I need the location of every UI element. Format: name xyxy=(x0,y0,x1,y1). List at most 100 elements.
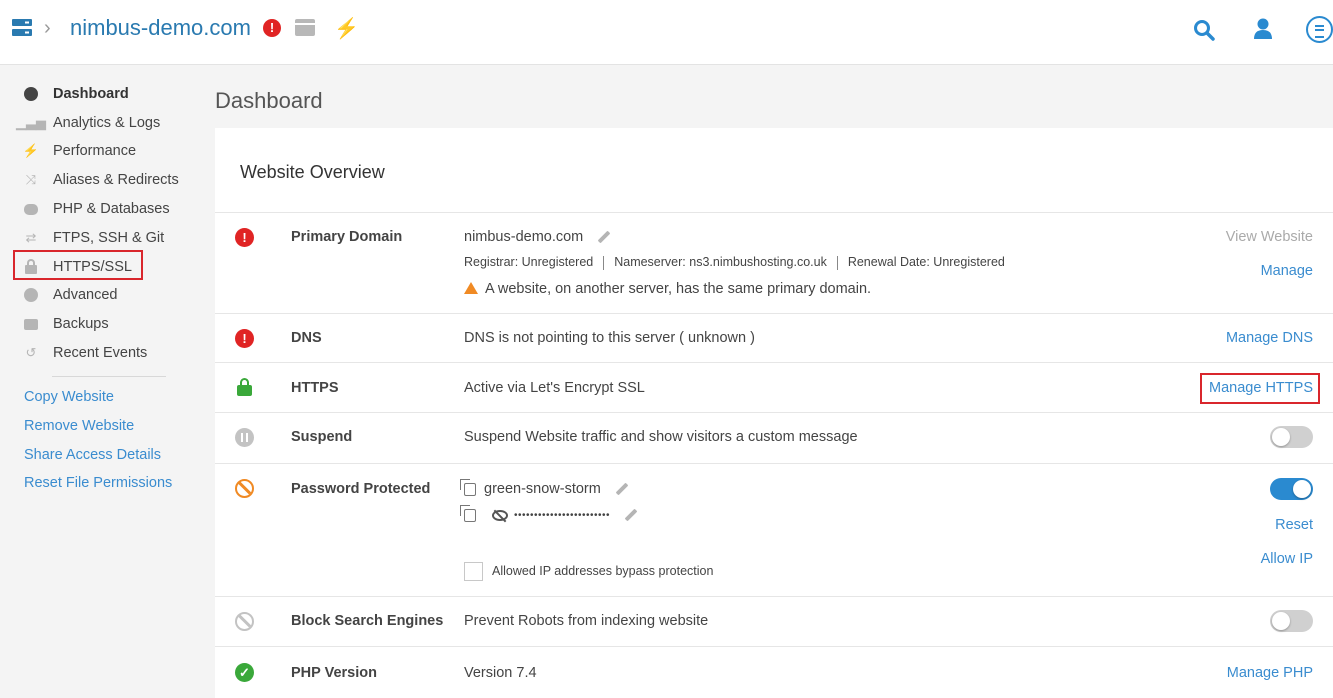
sidebar-item-php-databases[interactable]: PHP & Databases xyxy=(22,198,170,220)
domain-warning: A website, on another server, has the sa… xyxy=(464,281,871,297)
username-text: green-snow-storm xyxy=(484,481,601,497)
panel-title: Website Overview xyxy=(240,162,385,182)
sidebar-item-label: Analytics & Logs xyxy=(53,115,161,131)
card-icon[interactable] xyxy=(295,19,315,36)
error-icon: ! xyxy=(235,329,254,348)
menu-icon[interactable] xyxy=(1306,16,1333,43)
row-divider xyxy=(215,646,1333,647)
page-title: Dashboard xyxy=(215,88,323,113)
sidebar-item-backups[interactable]: Backups xyxy=(22,313,109,335)
sidebar-item-ftps[interactable]: ⇄ FTPS, SSH & Git xyxy=(22,227,165,249)
domain-warning-text: A website, on another server, has the sa… xyxy=(485,281,872,297)
nameserver-text: Nameserver: ns3.nimbushosting.co.uk xyxy=(614,255,827,269)
sidebar-item-aliases[interactable]: ⤨ Aliases & Redirects xyxy=(22,169,179,191)
warning-triangle-icon xyxy=(464,282,478,294)
https-value: Active via Let's Encrypt SSL xyxy=(464,380,645,396)
sidebar-item-analytics[interactable]: ▁▃▅ Analytics & Logs xyxy=(16,112,161,134)
password-protection-toggle[interactable] xyxy=(1270,478,1313,500)
reset-file-permissions-link[interactable]: Reset File Permissions xyxy=(24,475,172,491)
alert-icon[interactable]: ! xyxy=(263,19,281,37)
sidebar-item-recent-events[interactable]: ↺ Recent Events xyxy=(22,342,148,364)
bolt-icon[interactable]: ⚡ xyxy=(334,16,359,41)
https-label: HTTPS xyxy=(291,380,339,396)
ip-bypass-label: Allowed IP addresses bypass protection xyxy=(492,564,714,578)
sidebar-item-label: Backups xyxy=(53,316,109,332)
sidebar-item-label: Recent Events xyxy=(53,345,148,361)
website-overview-panel: Website Overview ! Primary Domain nimbus… xyxy=(215,128,1333,698)
primary-domain-label: Primary Domain xyxy=(291,229,403,245)
manage-domain-link[interactable]: Manage xyxy=(1261,263,1313,279)
copy-icon[interactable] xyxy=(460,478,476,496)
php-version-label: PHP Version xyxy=(291,665,377,681)
top-bar: › nimbus-demo.com ! ⚡ xyxy=(0,0,1333,65)
check-icon: ✓ xyxy=(235,663,254,682)
dns-label: DNS xyxy=(291,330,322,346)
password-protected-label: Password Protected xyxy=(291,481,431,497)
block-search-toggle[interactable] xyxy=(1270,610,1313,632)
sidebar-item-label: Performance xyxy=(53,143,137,159)
advanced-icon xyxy=(22,287,40,303)
eye-off-icon[interactable] xyxy=(492,509,508,521)
row-divider xyxy=(215,212,1333,213)
sidebar-item-label: PHP & Databases xyxy=(53,201,170,217)
server-icon[interactable] xyxy=(12,19,32,37)
https-ssl-highlight-box xyxy=(13,250,143,280)
renewal-date-text: Renewal Date: Unregistered xyxy=(847,255,1005,269)
edit-pencil-icon[interactable] xyxy=(597,230,611,244)
primary-domain-text: nimbus-demo.com xyxy=(464,229,584,245)
bolt-icon: ⚡ xyxy=(22,143,40,158)
manage-https-highlight-box xyxy=(1200,373,1320,404)
transfer-icon: ⇄ xyxy=(25,230,37,245)
block-search-label: Block Search Engines xyxy=(291,613,444,629)
edit-pencil-icon[interactable] xyxy=(624,508,638,522)
sidebar-item-advanced[interactable]: Advanced xyxy=(22,284,118,306)
view-website-link[interactable]: View Website xyxy=(1226,229,1313,245)
row-divider xyxy=(215,313,1333,314)
site-title[interactable]: nimbus-demo.com xyxy=(70,15,251,41)
password-masked: •••••••••••••••••••••••• xyxy=(514,509,611,521)
camera-icon xyxy=(22,316,40,332)
shuffle-icon: ⤨ xyxy=(25,172,37,187)
suspend-value: Suspend Website traffic and show visitor… xyxy=(464,429,858,445)
manage-dns-link[interactable]: Manage DNS xyxy=(1226,330,1313,346)
sidebar-divider xyxy=(52,376,166,377)
domain-details: Registrar: Unregistered Nameserver: ns3.n… xyxy=(464,255,1005,270)
edit-pencil-icon[interactable] xyxy=(615,482,629,496)
sidebar-item-label: Aliases & Redirects xyxy=(53,172,179,188)
block-search-value: Prevent Robots from indexing website xyxy=(464,613,709,629)
remove-website-link[interactable]: Remove Website xyxy=(24,418,134,434)
suspend-toggle[interactable] xyxy=(1270,426,1313,448)
row-divider xyxy=(215,362,1333,363)
pause-icon xyxy=(235,428,254,447)
sidebar-item-performance[interactable]: ⚡ Performance xyxy=(22,140,136,162)
history-icon: ↺ xyxy=(25,345,37,360)
row-divider xyxy=(215,596,1333,597)
gauge-icon xyxy=(22,86,40,102)
share-access-details-link[interactable]: Share Access Details xyxy=(24,447,161,463)
breadcrumb-chevron-icon: › xyxy=(44,17,51,39)
copy-icon[interactable] xyxy=(460,504,476,522)
sidebar-item-label: Dashboard xyxy=(53,86,129,102)
allow-ip-link[interactable]: Allow IP xyxy=(1261,551,1313,567)
search-icon[interactable] xyxy=(1192,18,1216,42)
dns-value: DNS is not pointing to this server ( unk… xyxy=(464,330,755,346)
lock-icon xyxy=(235,377,254,396)
sidebar-item-label: FTPS, SSH & Git xyxy=(53,230,165,246)
database-icon xyxy=(22,201,40,217)
row-divider xyxy=(215,463,1333,464)
sidebar-item-dashboard[interactable]: Dashboard xyxy=(22,83,129,105)
copy-website-link[interactable]: Copy Website xyxy=(24,389,114,405)
manage-php-link[interactable]: Manage PHP xyxy=(1227,665,1313,681)
sidebar-item-label: Advanced xyxy=(53,287,118,303)
row-divider xyxy=(215,412,1333,413)
php-version-value: Version 7.4 xyxy=(464,665,537,681)
reset-password-link[interactable]: Reset xyxy=(1275,517,1313,533)
blocked-icon xyxy=(235,479,254,498)
primary-domain-value: nimbus-demo.com xyxy=(464,229,611,245)
registrar-text: Registrar: Unregistered xyxy=(464,255,594,269)
ip-bypass-checkbox[interactable] xyxy=(464,562,483,581)
user-icon[interactable] xyxy=(1252,17,1274,41)
username-row: green-snow-storm xyxy=(460,478,629,497)
error-icon: ! xyxy=(235,228,254,247)
blocked-icon xyxy=(235,612,254,631)
